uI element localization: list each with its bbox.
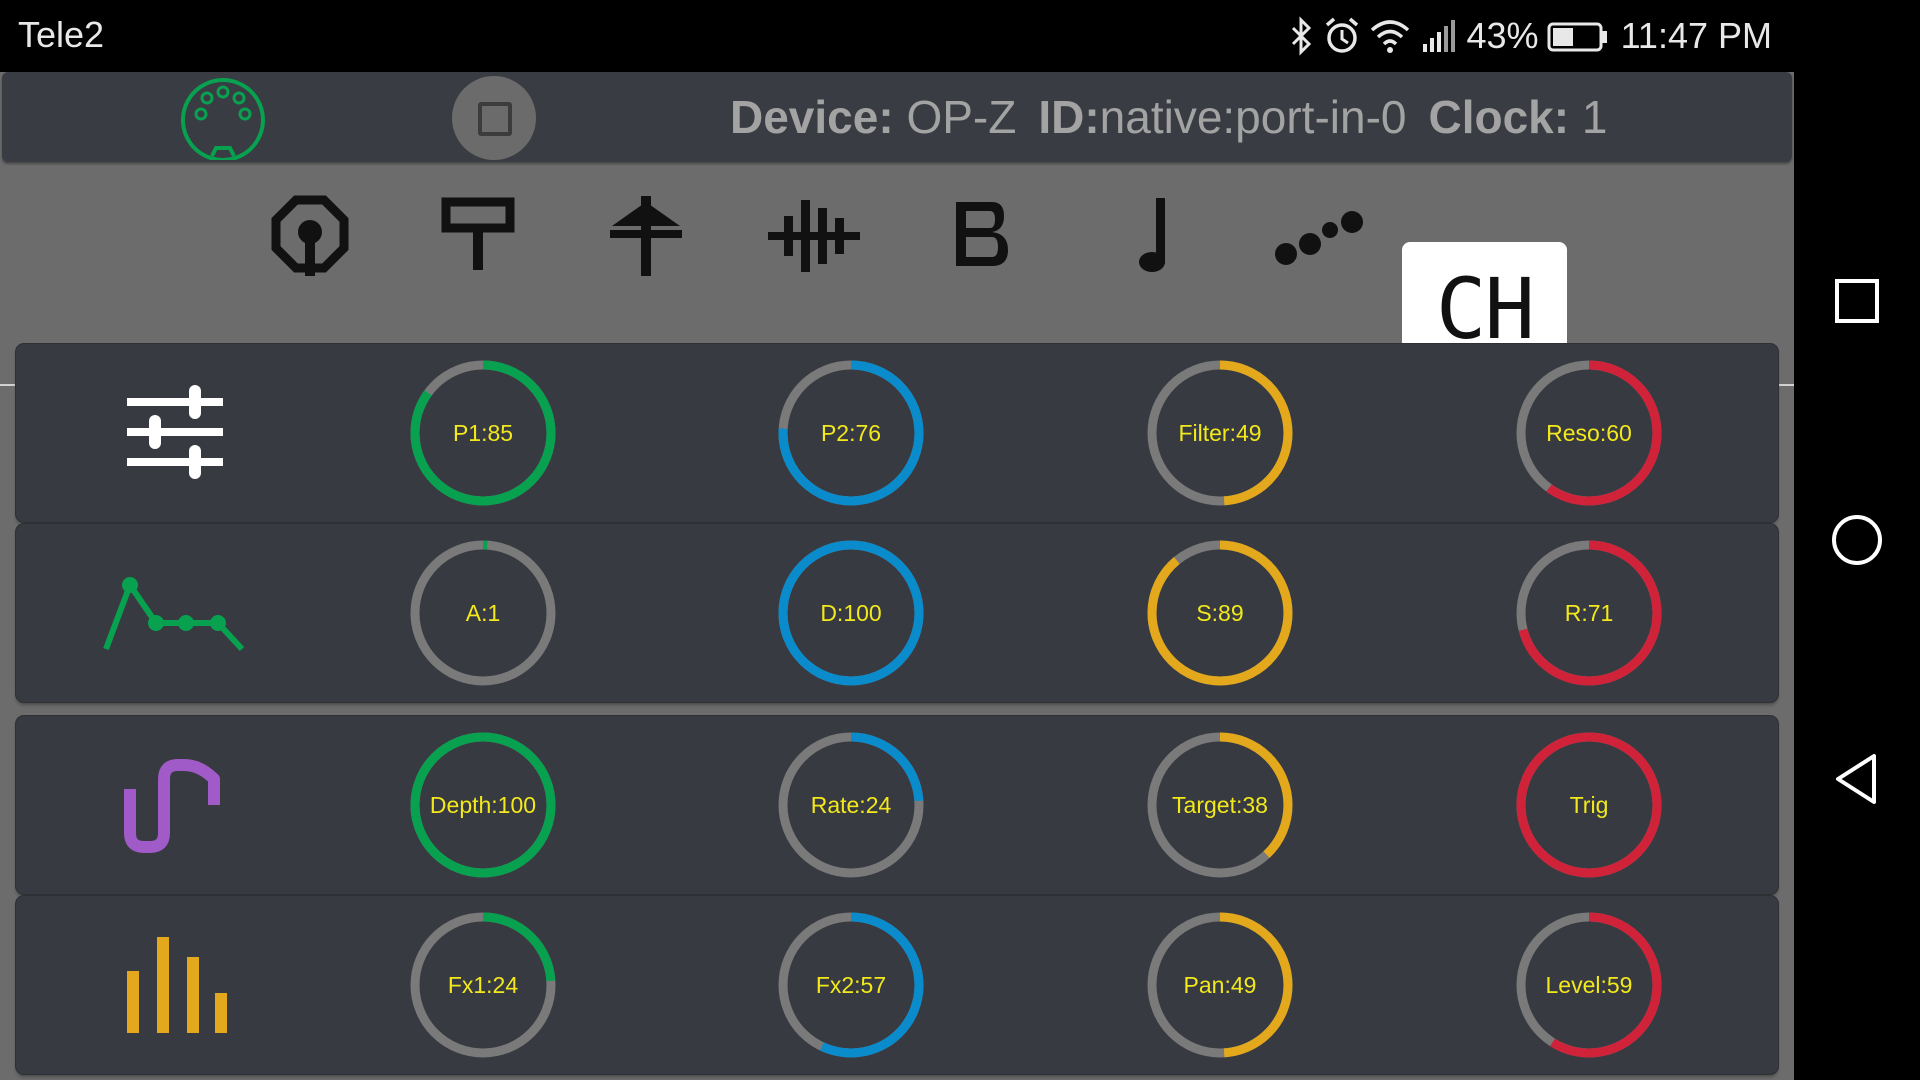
tab-arpeggio[interactable] <box>1263 192 1373 282</box>
knob-label: Fx2:57 <box>815 971 887 998</box>
home-button[interactable] <box>1824 507 1890 573</box>
kick-icon <box>271 195 349 276</box>
knob-label: Level:59 <box>1545 971 1633 998</box>
square-recents-icon <box>1835 279 1879 323</box>
knob-0-0[interactable]: P1:85 <box>408 358 558 508</box>
track-tab-bar: CH <box>0 162 1794 386</box>
clock-label: Clock: <box>1428 91 1570 143</box>
knob-3-1[interactable]: Fx2:57 <box>776 910 926 1060</box>
circle-home-icon <box>1832 515 1882 565</box>
knob-1-2[interactable]: S:89 <box>1145 538 1295 688</box>
clock-time: 11:47 PM <box>1620 15 1772 56</box>
row-icon <box>100 344 250 522</box>
snare-icon <box>441 197 515 270</box>
knob-2-3[interactable]: Trig <box>1514 730 1664 880</box>
lfo-wave-icon <box>124 759 220 853</box>
sliders-icon <box>127 385 223 479</box>
row-icon <box>100 524 250 702</box>
tab-bass[interactable] <box>927 192 1037 282</box>
tab-kick[interactable] <box>255 192 365 282</box>
knob-1-3[interactable]: R:71 <box>1514 538 1664 688</box>
sample-icon <box>768 200 860 272</box>
id-value: native:port-in-0 <box>1099 91 1407 143</box>
row-lfo: Depth:100 Rate:24 Target:38 Trig <box>16 716 1778 894</box>
knob-3-0[interactable]: Fx1:24 <box>408 910 558 1060</box>
tab-sample[interactable] <box>759 192 869 282</box>
knob-label: A:1 <box>465 599 501 626</box>
knob-label: Fx1:24 <box>447 971 519 998</box>
knob-1-0[interactable]: A:1 <box>408 538 558 688</box>
midi-connector-icon <box>180 78 265 162</box>
stop-button[interactable] <box>452 76 536 160</box>
wifi-icon <box>1370 20 1409 53</box>
cymbal-icon <box>610 196 682 276</box>
device-value: OP-Z <box>906 91 1017 143</box>
battery-icon <box>1547 22 1607 52</box>
knob-3-2[interactable]: Pan:49 <box>1145 910 1295 1060</box>
knob-2-0[interactable]: Depth:100 <box>408 730 558 880</box>
system-nav-bar <box>1794 0 1920 1080</box>
knob-label: Reso:60 <box>1546 419 1632 446</box>
midi-connect-button[interactable] <box>178 76 268 162</box>
knob-label: Trig <box>1569 791 1609 818</box>
app-main: Device: OP-Z ID: native:port-in-0 Clock: … <box>0 72 1794 1080</box>
knob-label: D:100 <box>820 599 882 626</box>
knob-0-2[interactable]: Filter:49 <box>1145 358 1295 508</box>
knob-label: Target:38 <box>1172 791 1268 818</box>
back-button[interactable] <box>1824 746 1890 812</box>
knob-label: P1:85 <box>452 419 514 446</box>
note-icon <box>1139 198 1165 272</box>
envelope-icon <box>103 577 245 652</box>
row-sound: P1:85 P2:76 Filter:49 Reso:60 <box>16 344 1778 522</box>
knob-label: S:89 <box>1196 599 1244 626</box>
bluetooth-icon <box>1291 16 1311 56</box>
clock-value: 1 <box>1581 91 1608 143</box>
header-bar: Device: OP-Z ID: native:port-in-0 Clock: … <box>2 72 1792 162</box>
bass-icon <box>956 202 1008 266</box>
row-fx: Fx1:24 Fx2:57 Pan:49 Level:59 <box>16 896 1778 1074</box>
row-envelope: A:1 D:100 S:89 R:71 <box>16 524 1778 702</box>
recents-button[interactable] <box>1824 268 1890 334</box>
triangle-back-icon <box>1836 754 1876 804</box>
arpeggio-icon <box>1275 211 1363 265</box>
battery-percent: 43% <box>1466 15 1539 56</box>
knob-3-3[interactable]: Level:59 <box>1514 910 1664 1060</box>
alarm-icon <box>1325 17 1358 53</box>
levels-icon <box>127 937 227 1033</box>
knob-label: R:71 <box>1564 599 1614 626</box>
stop-icon <box>478 102 512 136</box>
status-bar: Tele2 43% 11:47 PM <box>0 0 1794 72</box>
tab-snare[interactable] <box>423 192 533 282</box>
knob-label: Pan:49 <box>1183 971 1257 998</box>
knob-0-1[interactable]: P2:76 <box>776 358 926 508</box>
tab-lead[interactable] <box>1095 192 1205 282</box>
status-icons: 43% 11:47 PM <box>1289 12 1772 60</box>
row-icon <box>100 896 250 1074</box>
device-info: Device: OP-Z ID: native:port-in-0 Clock: … <box>730 82 1607 152</box>
knob-label: Rate:24 <box>810 791 892 818</box>
knob-label: Filter:49 <box>1178 419 1262 446</box>
knob-label: P2:76 <box>820 419 882 446</box>
knob-2-1[interactable]: Rate:24 <box>776 730 926 880</box>
row-icon <box>100 716 250 894</box>
knob-2-2[interactable]: Target:38 <box>1145 730 1295 880</box>
id-label: ID: <box>1038 91 1100 143</box>
tab-cymbal[interactable] <box>591 192 701 282</box>
knob-0-3[interactable]: Reso:60 <box>1514 358 1664 508</box>
knob-label: Depth:100 <box>429 791 537 818</box>
knob-1-1[interactable]: D:100 <box>776 538 926 688</box>
device-label: Device: <box>730 91 894 143</box>
carrier-name: Tele2 <box>18 14 105 55</box>
signal-icon <box>1422 20 1455 52</box>
